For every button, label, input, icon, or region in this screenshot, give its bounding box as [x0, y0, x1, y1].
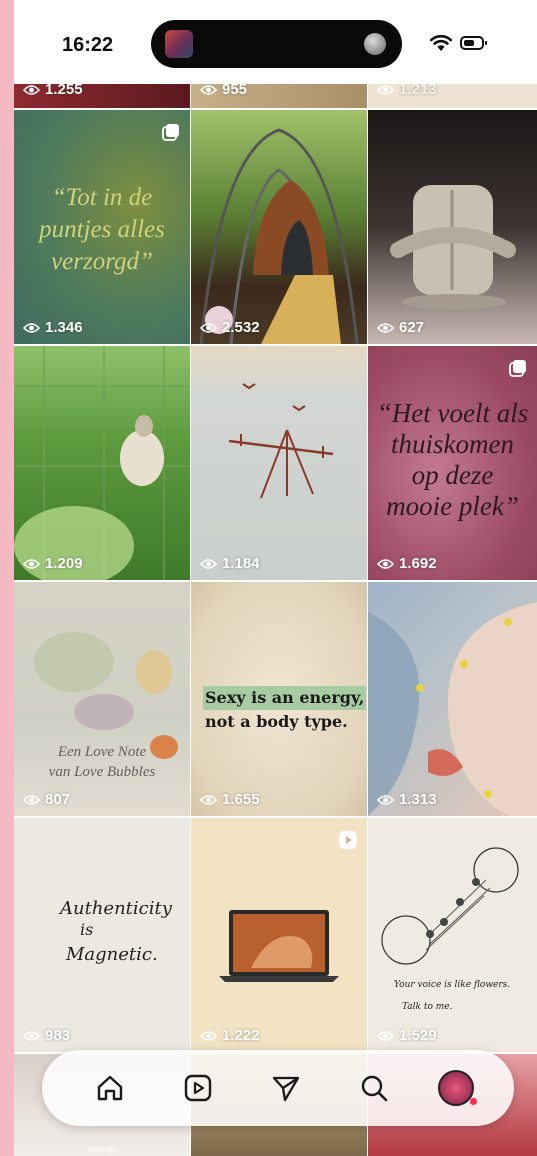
post-text-line: Sexy is an energy, — [203, 686, 367, 710]
post-quote: “Het voelt als thuiskomen op deze mooie … — [376, 398, 529, 521]
view-count-value: 1.692 — [399, 555, 437, 572]
grid-post-photo[interactable]: 2.532 — [191, 110, 367, 344]
post-quote: “Tot in de puntjes alles verzorgd” — [39, 184, 165, 275]
view-count: 1.209 — [23, 555, 83, 572]
post-caption-line: van Love Bubbles — [48, 764, 156, 780]
search-icon — [361, 1075, 388, 1102]
island-activity-icon — [364, 33, 386, 55]
eye-icon — [377, 1030, 394, 1041]
eye-icon — [377, 322, 394, 333]
status-bar: 16:22 — [14, 0, 537, 84]
grid-post-text[interactable]: Sexy is an energy, not a body type. 1.65… — [191, 582, 367, 816]
search-button[interactable] — [354, 1068, 394, 1108]
view-count: 983 — [23, 1027, 70, 1044]
eye-icon — [200, 322, 217, 333]
view-count: 1.313 — [377, 791, 437, 808]
laptop-image — [219, 910, 339, 982]
eye-icon — [377, 84, 394, 95]
eye-icon — [200, 84, 217, 95]
post-text-line: not a body type. — [205, 712, 348, 731]
view-count: 1.529 — [377, 1027, 437, 1044]
view-count-value: 1.222 — [222, 1027, 260, 1044]
grid-post-quote[interactable]: “Tot in de puntjes alles verzorgd” 1.346 — [14, 110, 190, 344]
phone-screen: 16:22 1.255 955 1.213 “Tot in de puntjes… — [14, 0, 537, 1156]
eye-icon — [200, 794, 217, 805]
grid-post-handwriting[interactable]: Authenticity is Magnetic. 983 — [14, 818, 190, 1052]
eye-icon — [23, 794, 40, 805]
eye-icon — [200, 1030, 217, 1041]
post-caption-line: Een Love Note — [57, 744, 147, 760]
view-count-value: 1.313 — [399, 791, 437, 808]
home-button[interactable] — [90, 1068, 130, 1108]
eye-icon — [377, 558, 394, 569]
grid-post-photo[interactable]: 627 — [368, 110, 537, 344]
handwritten-line: Your voice is like flowers. — [394, 980, 511, 990]
view-count: 1.184 — [200, 555, 260, 572]
grid-post-painting[interactable]: Een Love Note van Love Bubbles 807 — [14, 582, 190, 816]
faces-drawing — [381, 847, 519, 965]
handwritten-line: is — [80, 920, 94, 939]
view-count-value: 807 — [45, 791, 71, 808]
view-count-value: 1.529 — [399, 1027, 437, 1044]
sheep-image — [14, 346, 190, 580]
view-count: 1.655 — [200, 791, 260, 808]
notification-dot — [470, 1098, 477, 1105]
eye-icon — [23, 1030, 40, 1041]
view-count: 2.532 — [200, 319, 260, 336]
paper-plane-icon — [272, 1076, 300, 1102]
status-time: 16:22 — [62, 34, 114, 56]
view-count: 627 — [377, 319, 424, 336]
grid-post-quote[interactable]: “Het voelt als thuiskomen op deze mooie … — [368, 346, 537, 580]
dynamic-island[interactable] — [151, 20, 402, 68]
grid-post-painting[interactable]: 1.313 — [368, 582, 537, 816]
view-count-value: 2.532 — [222, 319, 260, 336]
view-count: 1.346 — [23, 319, 83, 336]
profile-avatar[interactable] — [438, 1070, 474, 1106]
wooden-cabin-image — [199, 128, 359, 344]
messages-button[interactable] — [266, 1068, 306, 1108]
kiss-painting — [368, 602, 537, 816]
carousel-icon — [509, 360, 526, 377]
reels-button[interactable] — [178, 1068, 218, 1108]
handwritten-line: Authenticity — [60, 898, 172, 919]
view-count-value: 627 — [399, 319, 425, 336]
view-count-value: 1.655 — [222, 791, 260, 808]
now-playing-thumbnail — [165, 30, 193, 58]
view-count-value: 1.209 — [45, 555, 83, 572]
handwritten-line: Magnetic. — [66, 944, 158, 965]
carousel-icon — [162, 124, 179, 141]
eye-icon — [23, 558, 40, 569]
grid-post-photo[interactable]: 1.209 — [14, 346, 190, 580]
view-count-value: 1.184 — [222, 555, 260, 572]
seesaw-drawing — [228, 383, 334, 499]
view-count: 1.222 — [200, 1027, 260, 1044]
grid-post-video[interactable]: 1.222 — [191, 818, 367, 1052]
eye-icon — [377, 794, 394, 805]
battery-icon — [460, 36, 487, 50]
view-count: 1.692 — [377, 555, 437, 572]
home-icon — [97, 1075, 123, 1101]
view-count-value: 983 — [45, 1027, 71, 1044]
grid-post-drawing[interactable]: Your voice is like flowers. Talk to me. … — [368, 818, 537, 1052]
reels-icon — [184, 1074, 212, 1102]
eye-icon — [23, 322, 40, 333]
wifi-icon — [429, 34, 453, 51]
sculpture-image — [390, 185, 516, 310]
view-count-value: 1.346 — [45, 319, 83, 336]
bottom-nav-bar — [42, 1050, 514, 1126]
eye-icon — [200, 558, 217, 569]
handwritten-line: Talk to me. — [402, 1002, 453, 1012]
grid-post-drawing[interactable]: 1.184 — [191, 346, 367, 580]
eye-icon — [23, 84, 40, 95]
view-count: 807 — [23, 791, 70, 808]
post-caption: Valentijn — [86, 1145, 118, 1154]
